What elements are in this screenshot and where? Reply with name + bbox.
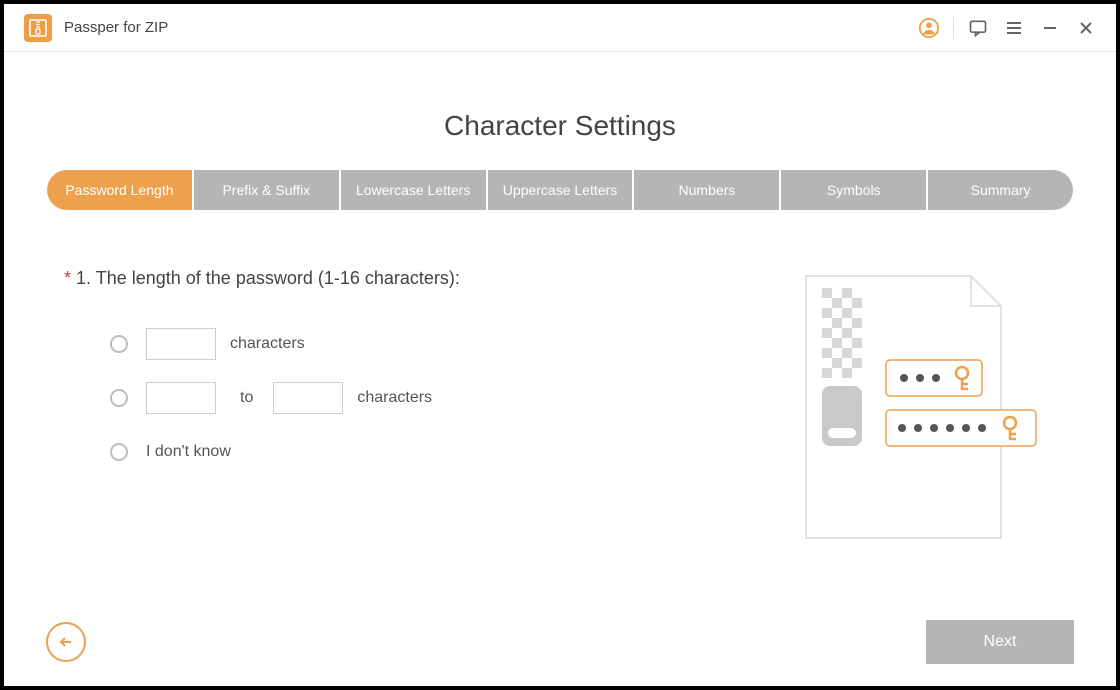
zip-icon (29, 19, 47, 37)
tab-numbers[interactable]: Numbers (634, 170, 779, 210)
label-to: to (240, 389, 253, 407)
arrow-left-icon (57, 633, 75, 651)
tab-uppercase[interactable]: Uppercase Letters (488, 170, 633, 210)
person-icon (918, 17, 940, 39)
menu-icon (1005, 19, 1023, 37)
minimize-button[interactable] (1032, 10, 1068, 46)
close-button[interactable] (1068, 10, 1104, 46)
radio-range[interactable] (110, 389, 128, 407)
chat-icon (968, 18, 988, 38)
label-exact-characters: characters (230, 335, 305, 353)
radio-unknown[interactable] (110, 443, 128, 461)
tab-prefix-suffix[interactable]: Prefix & Suffix (194, 170, 339, 210)
input-range-to[interactable] (273, 382, 343, 414)
app-title: Passper for ZIP (64, 19, 168, 36)
app-logo (24, 14, 52, 42)
titlebar: Passper for ZIP (4, 4, 1116, 52)
tab-password-length[interactable]: Password Length (47, 170, 192, 210)
label-range-characters: characters (357, 389, 432, 407)
titlebar-separator (953, 17, 954, 39)
page-title: Character Settings (4, 110, 1116, 142)
footer: Next (4, 620, 1116, 664)
next-button[interactable]: Next (926, 620, 1074, 664)
back-button[interactable] (46, 622, 86, 662)
feedback-button[interactable] (960, 10, 996, 46)
tab-lowercase[interactable]: Lowercase Letters (341, 170, 486, 210)
minimize-icon (1042, 20, 1058, 36)
menu-button[interactable] (996, 10, 1032, 46)
input-exact-length[interactable] (146, 328, 216, 360)
zip-password-illustration (786, 268, 1046, 548)
question-text: 1. The length of the password (1-16 char… (76, 268, 460, 288)
radio-exact[interactable] (110, 335, 128, 353)
close-icon (1078, 20, 1094, 36)
tabs: Password Length Prefix & Suffix Lowercas… (47, 170, 1073, 210)
tab-summary[interactable]: Summary (928, 170, 1073, 210)
label-unknown: I don't know (146, 443, 231, 461)
illustration (786, 268, 1046, 548)
app-window: Passper for ZIP (4, 4, 1116, 686)
tab-symbols[interactable]: Symbols (781, 170, 926, 210)
account-button[interactable] (911, 10, 947, 46)
required-mark: * (64, 268, 71, 288)
content: * 1. The length of the password (1-16 ch… (4, 268, 1116, 479)
input-range-from[interactable] (146, 382, 216, 414)
